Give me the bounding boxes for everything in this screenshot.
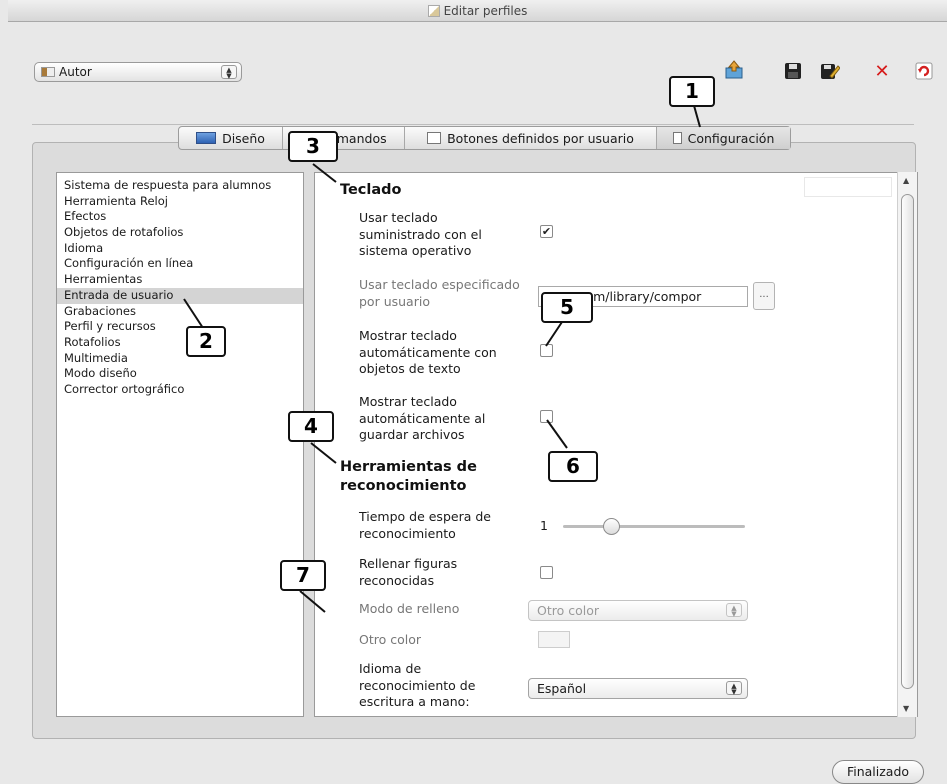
fill-mode-value: Otro color — [537, 603, 600, 618]
other-color-label: Otro color — [359, 632, 422, 647]
handwriting-lang-value: Español — [537, 681, 587, 696]
tab-design-label: Diseño — [222, 130, 265, 146]
callout-5: 5 — [541, 292, 593, 323]
chevron-updown-icon: ▲ ▼ — [726, 603, 742, 618]
tab-settings[interactable]: Configuración — [657, 127, 790, 149]
list-item[interactable]: Configuración en línea — [57, 256, 303, 272]
show-on-save-checkbox[interactable] — [540, 410, 553, 423]
list-item[interactable]: Corrector ortográfico — [57, 382, 303, 398]
user-keyboard-label: Usar teclado especificado por usuario — [359, 277, 520, 309]
window-titlebar: Editar perfiles — [8, 0, 947, 22]
design-tab-icon — [196, 132, 217, 144]
profile-select[interactable]: Autor ▲ ▼ — [34, 62, 242, 82]
handwriting-lang-select[interactable]: Español ▲ ▼ — [528, 678, 748, 699]
header-swatch — [804, 177, 892, 197]
done-button[interactable]: Finalizado — [832, 760, 924, 784]
fill-mode-label: Modo de relleno — [359, 601, 460, 616]
delete-icon[interactable]: ✕ — [872, 62, 892, 82]
list-item[interactable]: Idioma — [57, 241, 303, 257]
fill-mode-select[interactable]: Otro color ▲ ▼ — [528, 600, 748, 621]
other-color-well[interactable] — [538, 631, 570, 648]
use-os-keyboard-checkbox[interactable]: ✔ — [540, 225, 553, 238]
fill-shapes-checkbox[interactable] — [540, 566, 553, 579]
callout-7: 7 — [280, 560, 326, 591]
chevron-updown-icon: ▲ ▼ — [221, 65, 237, 80]
show-with-text-checkbox[interactable] — [540, 344, 553, 357]
timeout-value: 1 — [540, 518, 548, 533]
list-item[interactable]: Efectos — [57, 209, 303, 225]
vertical-scrollbar[interactable]: ▲ ▼ — [897, 172, 917, 717]
user-buttons-tab-icon — [427, 132, 442, 144]
scroll-up-icon[interactable]: ▲ — [903, 176, 909, 185]
list-item[interactable]: Objetos de rotafolios — [57, 225, 303, 241]
list-item[interactable]: Herramienta Reloj — [57, 194, 303, 210]
list-item[interactable]: Herramientas — [57, 272, 303, 288]
use-os-keyboard-label: Usar teclado suministrado con el sistema… — [359, 210, 482, 258]
callout-1: 1 — [669, 76, 715, 107]
callout-4: 4 — [288, 411, 334, 442]
toolbar-divider — [32, 124, 914, 125]
timeout-slider-knob[interactable] — [602, 518, 620, 535]
list-item[interactable]: Perfil y recursos — [57, 319, 303, 335]
fill-shapes-label: Rellenar figuras reconocidas — [359, 556, 458, 588]
tab-user-buttons-label: Botones definidos por usuario — [447, 130, 634, 146]
scroll-down-icon[interactable]: ▼ — [903, 704, 909, 713]
save-icon[interactable] — [783, 62, 803, 82]
profile-select-value: Autor — [59, 65, 92, 79]
list-item[interactable]: Grabaciones — [57, 304, 303, 320]
recognition-heading: Herramientas de reconocimiento — [340, 459, 477, 494]
tab-design[interactable]: Diseño — [179, 127, 283, 149]
export-profile-icon[interactable] — [724, 60, 744, 80]
document-icon — [427, 5, 440, 17]
callout-6: 6 — [548, 451, 598, 482]
list-item[interactable]: Multimedia — [57, 351, 303, 367]
timeout-label: Tiempo de espera de reconocimiento — [359, 509, 491, 541]
tab-bar: Diseño Comandos Botones definidos por us… — [178, 126, 791, 150]
list-item-selected[interactable]: Entrada de usuario — [57, 287, 303, 304]
show-on-save-label: Mostrar teclado automáticamente al guard… — [359, 394, 486, 442]
callout-2: 2 — [186, 326, 226, 357]
keyboard-heading: Teclado — [340, 182, 402, 198]
browse-button[interactable]: ... — [753, 282, 775, 310]
checkmark-icon: ✔ — [541, 225, 552, 238]
rename-icon[interactable] — [820, 61, 841, 81]
scroll-thumb[interactable] — [901, 194, 914, 689]
timeout-slider[interactable] — [563, 525, 745, 528]
list-item[interactable]: Sistema de respuesta para alumnos — [57, 178, 303, 194]
user-profile-icon — [41, 67, 55, 77]
tab-settings-label: Configuración — [687, 130, 775, 146]
show-with-text-label: Mostrar teclado automáticamente con obje… — [359, 328, 497, 376]
list-item[interactable]: Rotafolios — [57, 335, 303, 351]
tab-user-buttons[interactable]: Botones definidos por usuario — [405, 127, 657, 149]
reset-icon[interactable] — [914, 61, 934, 81]
settings-tab-icon — [672, 132, 682, 144]
list-item[interactable]: Modo diseño — [57, 366, 303, 382]
category-list[interactable]: Sistema de respuesta para alumnos Herram… — [56, 172, 304, 717]
chevron-updown-icon: ▲ ▼ — [726, 681, 742, 696]
window-title: Editar perfiles — [443, 4, 528, 18]
callout-3: 3 — [288, 131, 338, 162]
handwriting-lang-label: Idioma de reconocimiento de escritura a … — [359, 661, 476, 709]
